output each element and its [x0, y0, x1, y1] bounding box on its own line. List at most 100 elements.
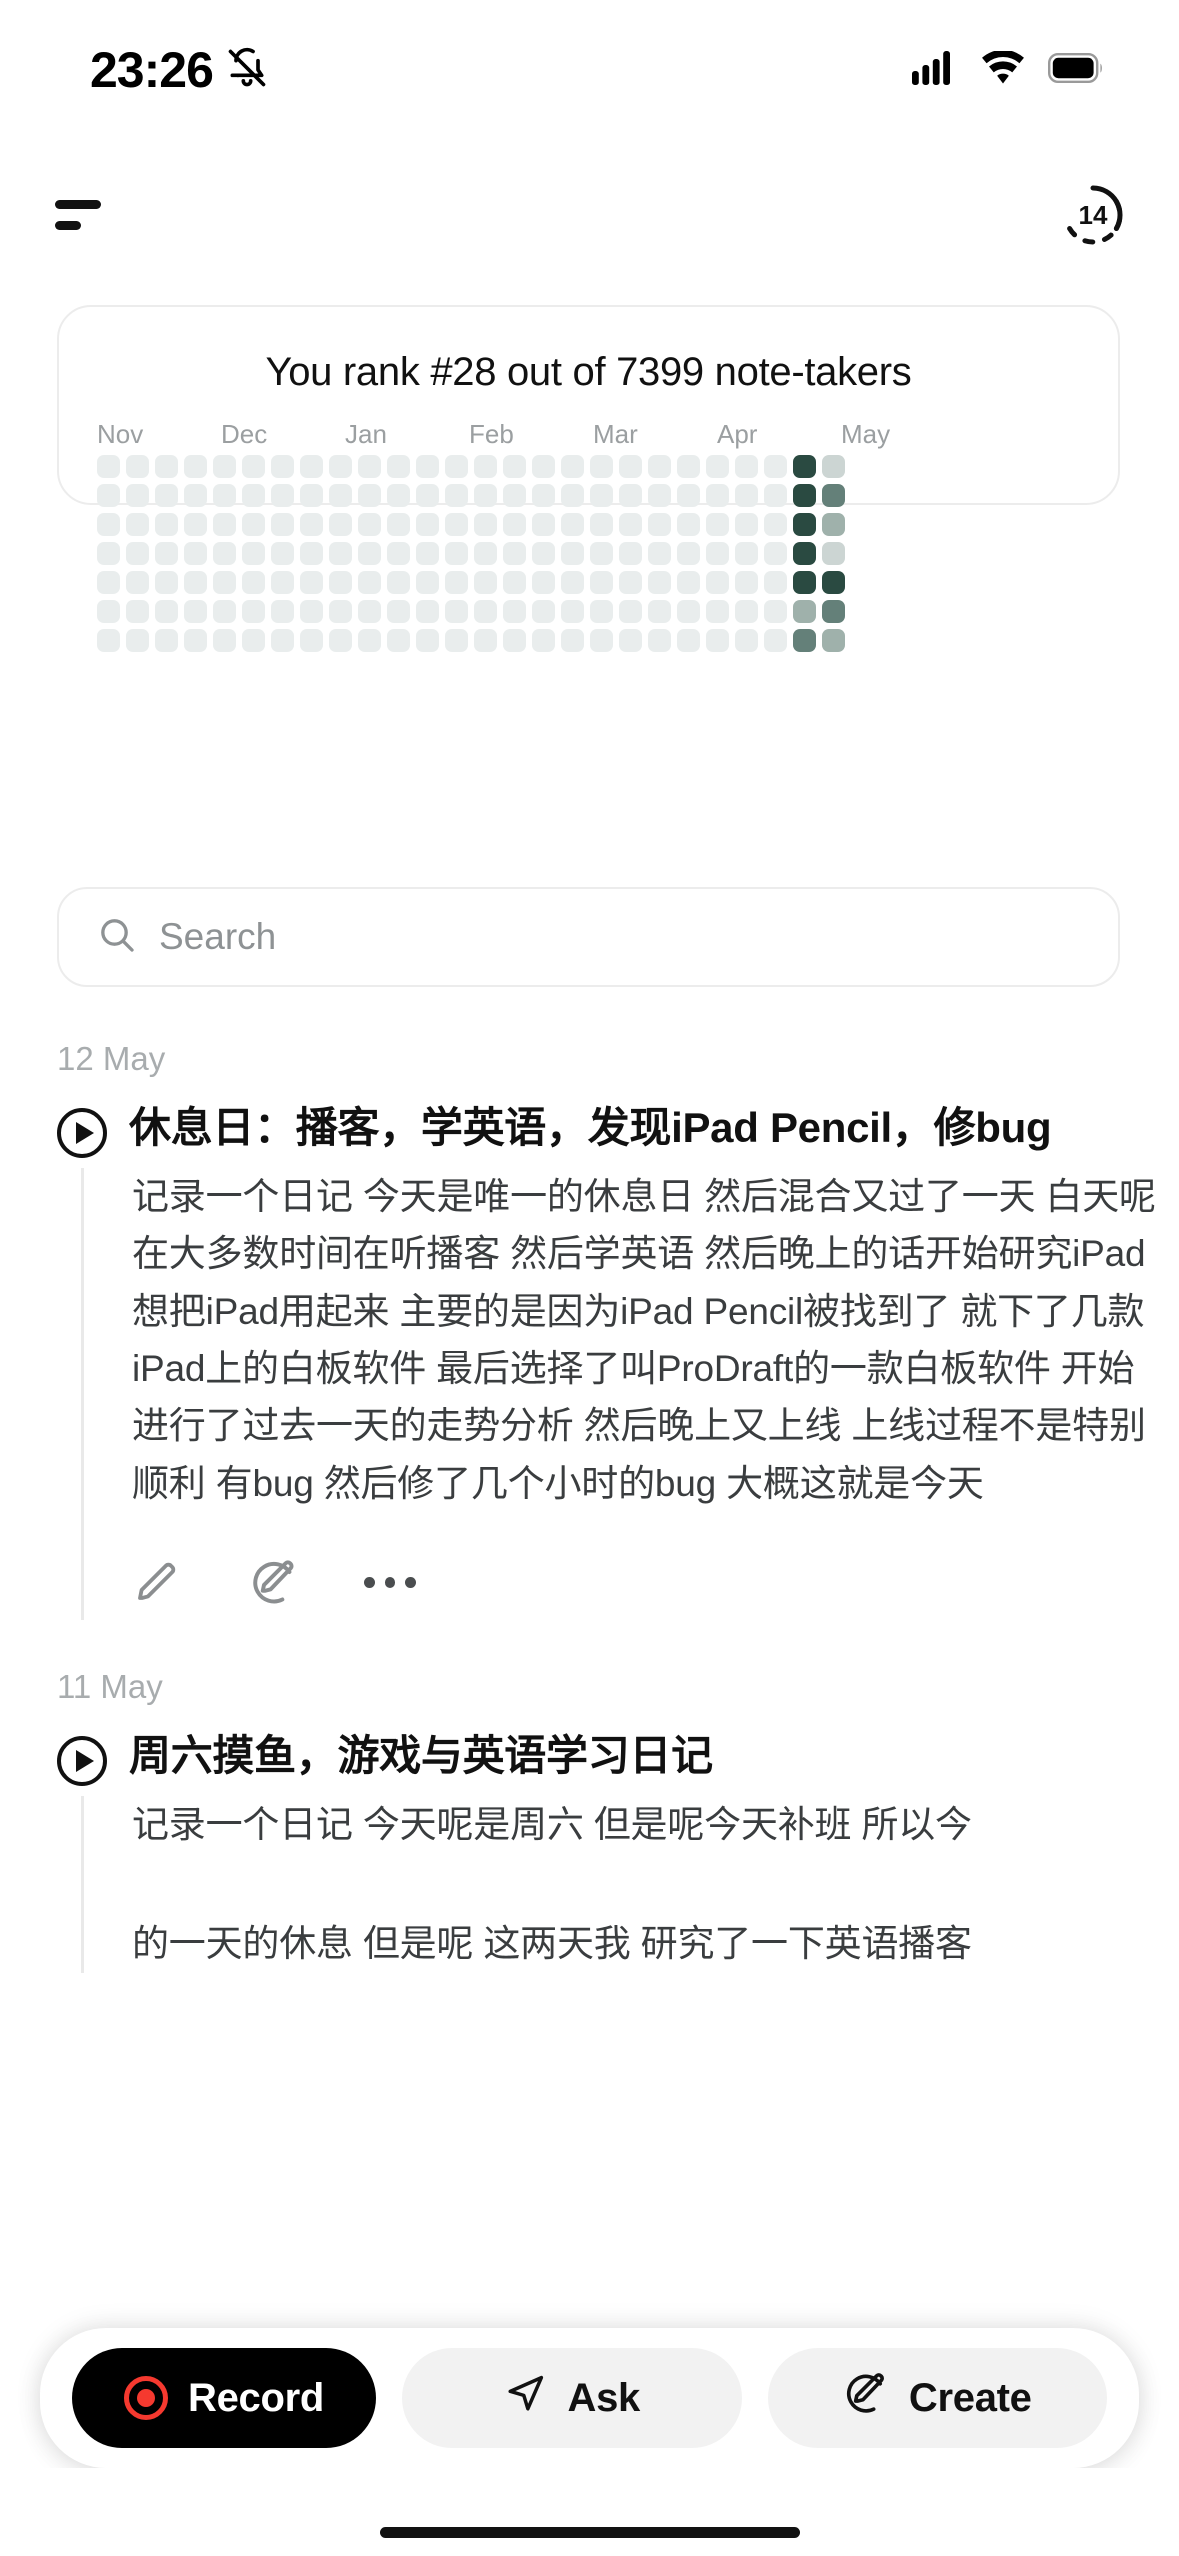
- heatmap-cell: [271, 542, 294, 565]
- heatmap-cell: [503, 513, 526, 536]
- heatmap-cell: [416, 542, 439, 565]
- heatmap-cell: [184, 455, 207, 478]
- stats-card[interactable]: You rank #28 out of 7399 note-takers Nov…: [57, 305, 1120, 652]
- heatmap-cell: [358, 513, 381, 536]
- heatmap-cell: [271, 571, 294, 594]
- edit-icon[interactable]: [132, 1556, 184, 1608]
- usage-progress-badge[interactable]: 14: [1062, 184, 1124, 246]
- heatmap-month-label: Apr: [717, 419, 758, 449]
- heatmap-cell: [300, 484, 323, 507]
- heatmap-cell: [242, 484, 265, 507]
- heatmap-row: [97, 600, 1118, 623]
- heatmap-cell: [97, 542, 120, 565]
- heatmap-cell: [735, 542, 758, 565]
- note-header[interactable]: 周六摸鱼，游戏与英语学习日记: [57, 1728, 1179, 1787]
- play-icon[interactable]: [57, 1736, 107, 1787]
- notes-list: 12 May 休息日：播客，学英语，发现iPad Pencil，修bug 记录一…: [0, 1040, 1179, 1973]
- heatmap-cell: [474, 571, 497, 594]
- more-options-icon[interactable]: [364, 1556, 417, 1608]
- heatmap-cell: [793, 600, 816, 623]
- heatmap-cell: [764, 600, 787, 623]
- play-icon[interactable]: [57, 1108, 107, 1158]
- create-button-label: Create: [908, 2375, 1032, 2420]
- heatmap-cell: [271, 600, 294, 623]
- heatmap-cell: [126, 629, 149, 652]
- heatmap-cell: [793, 455, 816, 478]
- heatmap-cell: [677, 600, 700, 623]
- heatmap-cell: [416, 484, 439, 507]
- magic-create-icon[interactable]: [248, 1556, 300, 1608]
- heatmap-cell: [474, 629, 497, 652]
- heatmap-cell: [561, 484, 584, 507]
- record-inner-dot: [137, 2389, 155, 2407]
- heatmap-cell: [474, 484, 497, 507]
- heatmap-cell: [184, 600, 207, 623]
- heatmap-cell: [329, 600, 352, 623]
- ask-button[interactable]: Ask: [402, 2348, 742, 2448]
- heatmap-month-label: Jan: [345, 419, 387, 449]
- heatmap-cell: [300, 629, 323, 652]
- heatmap-cell: [561, 455, 584, 478]
- heatmap-cell: [503, 455, 526, 478]
- heatmap-cell: [793, 542, 816, 565]
- heatmap-cell: [503, 542, 526, 565]
- create-button[interactable]: Create: [767, 2348, 1108, 2448]
- note-body-continued[interactable]: 的一天的休息 但是呢 这两天我 研究了一下英语播客: [132, 1915, 1179, 1972]
- note-title[interactable]: 周六摸鱼，游戏与英语学习日记: [129, 1728, 743, 1783]
- hamburger-menu-icon[interactable]: [55, 190, 115, 240]
- heatmap-cell: [271, 484, 294, 507]
- note-item[interactable]: 周六摸鱼，游戏与英语学习日记 记录一个日记 今天呢是周六 但是呢今天补班 所以今…: [0, 1728, 1179, 1973]
- note-body-wrapper: 记录一个日记 今天呢是周六 但是呢今天补班 所以今 的一天的休息 但是呢 这两天…: [81, 1796, 1179, 1973]
- heatmap-cell: [242, 542, 265, 565]
- search-bar[interactable]: Search: [57, 887, 1120, 987]
- heatmap-cell: [764, 571, 787, 594]
- heatmap-cell: [271, 629, 294, 652]
- heatmap-row: [97, 484, 1118, 507]
- heatmap-cell: [184, 629, 207, 652]
- heatmap-cell: [619, 542, 642, 565]
- note-body[interactable]: 记录一个日记 今天是唯一的休息日 然后混合又过了一天 白天呢 在大多数时间在听播…: [132, 1168, 1179, 1512]
- heatmap-cell: [532, 484, 555, 507]
- heatmap-cell: [648, 571, 671, 594]
- note-date-header: 12 May: [57, 1040, 166, 1077]
- heatmap-cell: [213, 571, 236, 594]
- heatmap-cell: [648, 542, 671, 565]
- app-nav-bar: 14: [0, 170, 1179, 260]
- note-item[interactable]: 休息日：播客，学英语，发现iPad Pencil，修bug 记录一个日记 今天是…: [0, 1100, 1179, 1621]
- status-bar-right: [912, 49, 1104, 90]
- heatmap-cell: [735, 484, 758, 507]
- record-button-label: Record: [188, 2375, 325, 2420]
- heatmap-cell: [561, 513, 584, 536]
- heatmap-cell: [735, 629, 758, 652]
- heatmap-row: [97, 629, 1118, 652]
- heatmap-cell: [648, 513, 671, 536]
- heatmap-cell: [474, 542, 497, 565]
- heatmap-cell: [358, 571, 381, 594]
- heatmap-cell: [619, 571, 642, 594]
- heatmap-cell: [822, 542, 845, 565]
- record-button[interactable]: Record: [72, 2348, 377, 2448]
- search-input[interactable]: Search: [159, 916, 276, 958]
- heatmap-cell: [590, 513, 613, 536]
- heatmap-cell: [677, 629, 700, 652]
- heatmap-cell: [677, 513, 700, 536]
- heatmap-cell: [445, 484, 468, 507]
- heatmap-cell: [445, 542, 468, 565]
- heatmap-cell: [213, 600, 236, 623]
- heatmap-cell: [735, 455, 758, 478]
- play-triangle: [75, 1750, 94, 1773]
- heatmap-cell: [764, 513, 787, 536]
- heatmap-cell: [329, 571, 352, 594]
- heatmap-cell: [329, 455, 352, 478]
- heatmap-cell: [764, 484, 787, 507]
- dot: [405, 1576, 417, 1588]
- note-title[interactable]: 休息日：播客，学英语，发现iPad Pencil，修bug: [129, 1100, 1081, 1155]
- note-body[interactable]: 记录一个日记 今天呢是周六 但是呢今天补班 所以今: [132, 1796, 1179, 1853]
- heatmap-cell: [532, 542, 555, 565]
- heatmap-cell: [300, 542, 323, 565]
- heatmap-cell: [97, 455, 120, 478]
- note-header[interactable]: 休息日：播客，学英语，发现iPad Pencil，修bug: [57, 1100, 1179, 1158]
- heatmap-cell: [416, 571, 439, 594]
- heatmap-cell: [648, 484, 671, 507]
- hamburger-line-bottom: [55, 221, 81, 230]
